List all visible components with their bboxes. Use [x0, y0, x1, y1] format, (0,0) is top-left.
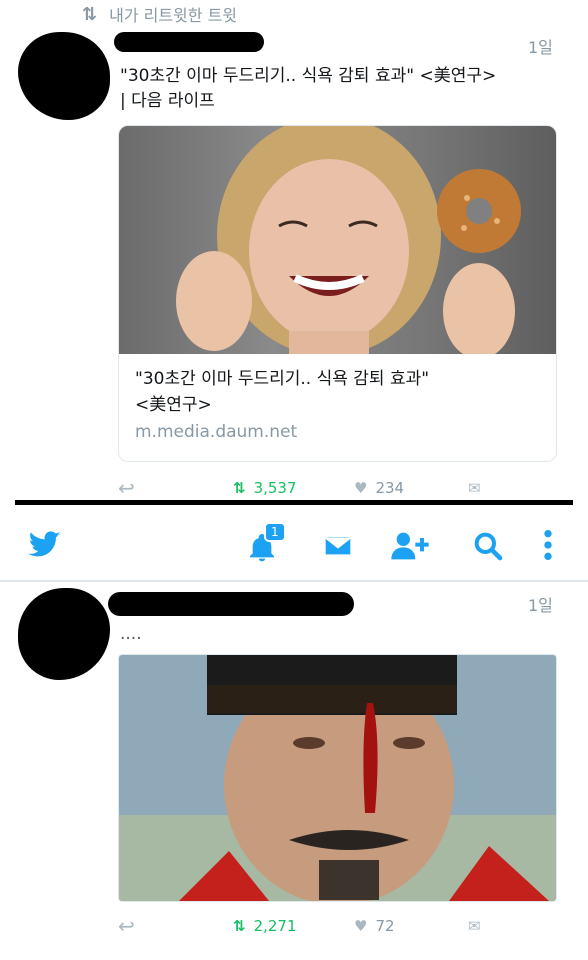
- card-title: "30초간 이마 두드리기.. 식욕 감퇴 효과" <美연구>: [119, 366, 556, 418]
- twitter-bird-icon[interactable]: [28, 528, 62, 562]
- tweet-text-line: "30초간 이마 두드리기.. 식욕 감퇴 효과" <美연구>: [120, 66, 497, 86]
- retweet-icon: ⇅: [233, 917, 246, 935]
- author-name[interactable]: [114, 32, 264, 52]
- divider: [15, 500, 573, 505]
- like-count: 234: [375, 479, 405, 497]
- add-user-icon[interactable]: [390, 530, 430, 562]
- retweet-context-label: 내가 리트윗한 트윗: [109, 6, 238, 25]
- message-button[interactable]: ✉: [468, 917, 481, 935]
- messages-envelope-icon[interactable]: [322, 530, 354, 562]
- tweet-actions: ↩ ⇅ 2,271 ♥ 72 ✉: [118, 914, 568, 938]
- retweet-context: ⇅ 내가 리트윗한 트윗: [82, 2, 237, 26]
- retweet-button[interactable]: ⇅ 3,537: [233, 479, 297, 497]
- heart-icon: ♥: [354, 917, 368, 935]
- tweet-text: "30초간 이마 두드리기.. 식욕 감퇴 효과" <美연구> | 다음 라이프: [120, 64, 570, 114]
- retweet-count: 3,537: [253, 479, 297, 497]
- message-icon: ✉: [468, 479, 481, 497]
- reply-button[interactable]: ↩: [118, 914, 135, 938]
- retweet-count: 2,271: [253, 917, 297, 935]
- retweet-button[interactable]: ⇅ 2,271: [233, 917, 297, 935]
- like-count: 72: [375, 917, 395, 935]
- message-icon: ✉: [468, 917, 481, 935]
- woman-donut-photo: [176, 126, 521, 361]
- message-button[interactable]: ✉: [468, 479, 481, 497]
- card-domain: m.media.daum.net: [135, 422, 298, 442]
- tweet-text-line: | 다음 라이프: [120, 91, 215, 111]
- reply-icon: ↩: [118, 914, 135, 938]
- avatar[interactable]: [18, 588, 110, 680]
- tweet-actions: ↩ ⇅ 3,537 ♥ 234 ✉: [118, 476, 568, 500]
- search-icon[interactable]: [472, 530, 504, 562]
- like-button[interactable]: ♥ 72: [354, 917, 395, 935]
- tweet-time[interactable]: 1일: [528, 592, 553, 616]
- like-button[interactable]: ♥ 234: [354, 479, 404, 497]
- media-card[interactable]: [118, 654, 557, 902]
- king-photo: [119, 655, 556, 901]
- card-image: [119, 126, 556, 361]
- retweet-icon: ⇅: [233, 479, 246, 497]
- link-card[interactable]: "30초간 이마 두드리기.. 식욕 감퇴 효과" <美연구> m.media.…: [118, 125, 557, 462]
- more-options-icon[interactable]: [542, 528, 554, 562]
- reply-button[interactable]: ↩: [118, 476, 135, 500]
- tweet-time[interactable]: 1일: [528, 34, 553, 58]
- navbar: 1: [0, 512, 588, 582]
- heart-icon: ♥: [354, 479, 368, 497]
- notification-badge: 1: [264, 522, 286, 542]
- card-title-line: <美연구>: [135, 395, 212, 415]
- card-title-line: "30초간 이마 두드리기.. 식욕 감퇴 효과": [135, 369, 430, 389]
- retweet-icon: ⇅: [82, 3, 98, 25]
- tweet-text: ....: [120, 624, 142, 644]
- author-name[interactable]: [108, 592, 354, 616]
- reply-icon: ↩: [118, 476, 135, 500]
- avatar[interactable]: [18, 32, 110, 120]
